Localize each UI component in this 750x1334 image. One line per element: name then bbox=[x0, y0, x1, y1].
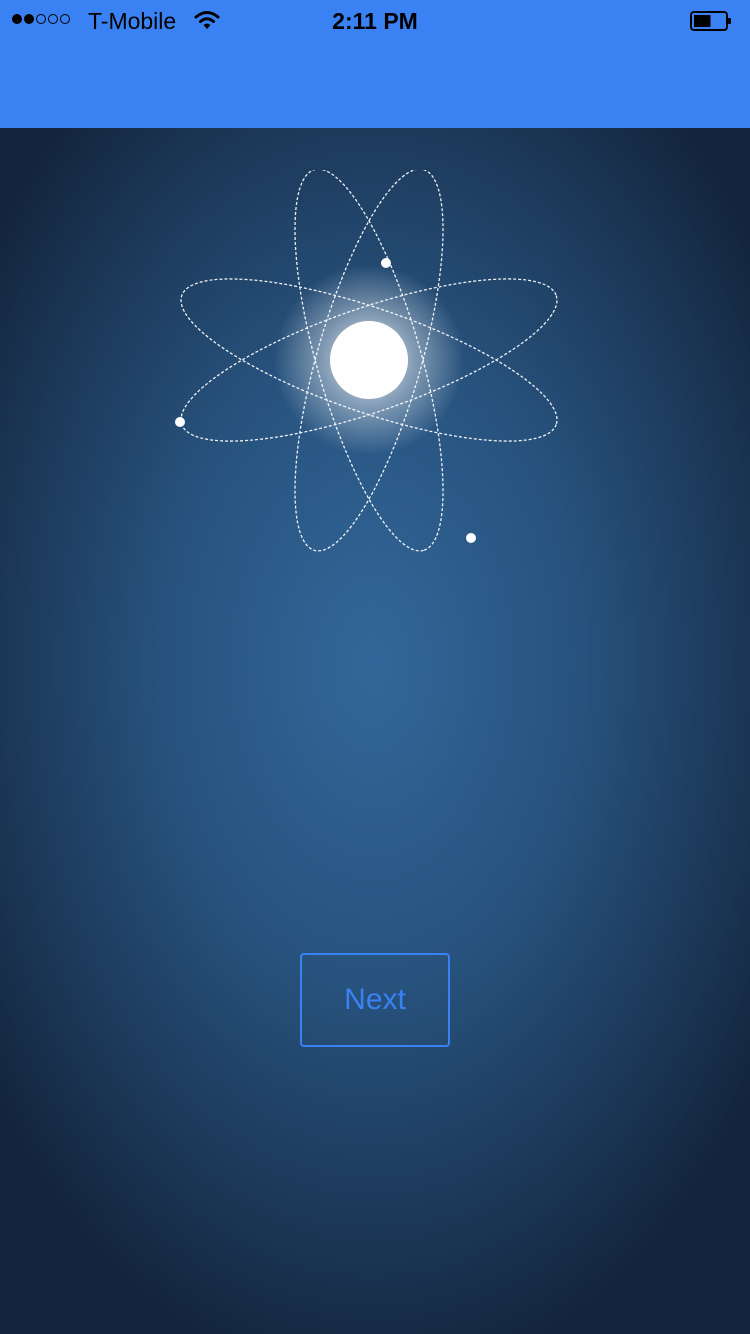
onboarding-screen: T-Mobile 2:11 PM Next bbox=[0, 0, 750, 1334]
atom-icon bbox=[175, 170, 558, 552]
electron bbox=[466, 533, 476, 543]
status-bar: T-Mobile 2:11 PM bbox=[0, 0, 750, 40]
next-button[interactable]: Next bbox=[300, 953, 450, 1047]
electron bbox=[381, 258, 391, 268]
battery-icon bbox=[690, 11, 731, 31]
status-time: 2:11 PM bbox=[332, 8, 418, 34]
nucleus bbox=[330, 321, 408, 399]
electron bbox=[175, 417, 185, 427]
